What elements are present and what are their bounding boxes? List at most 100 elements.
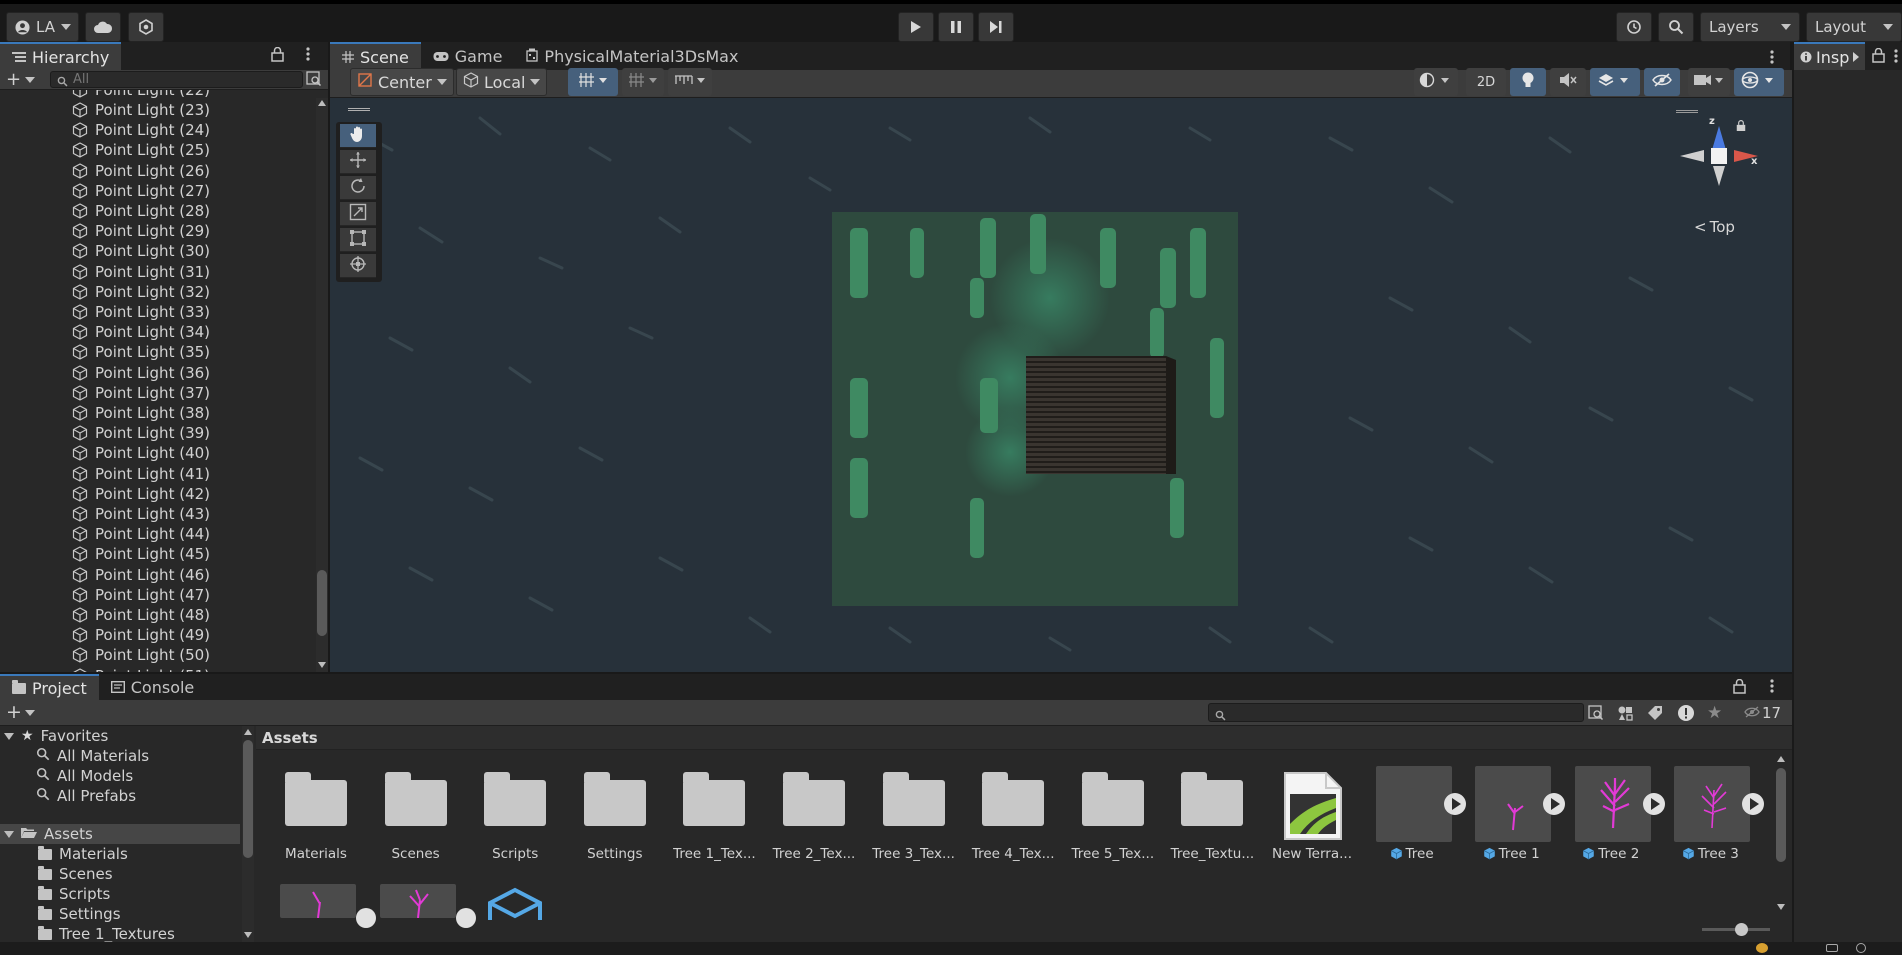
folder-item[interactable]: Tree 1_Textures	[38, 924, 175, 942]
play-badge-icon[interactable]	[356, 908, 376, 928]
step-button[interactable]	[978, 12, 1014, 42]
list-item[interactable]: Point Light (32)	[72, 282, 210, 302]
asset-folder[interactable]: Tree 4_Tex...	[965, 766, 1061, 866]
layers-dropdown[interactable]: Layers	[1700, 12, 1800, 42]
list-item[interactable]: Point Light (45)	[72, 544, 210, 564]
scroll-up-icon[interactable]	[1777, 756, 1785, 762]
scrollbar-thumb[interactable]	[1776, 768, 1786, 862]
search-input[interactable]	[73, 72, 273, 87]
list-item[interactable]: Point Light (38)	[72, 403, 210, 423]
hidden-packages-counter[interactable]: 17	[1744, 704, 1781, 722]
search-button[interactable]	[1658, 12, 1694, 42]
hierarchy-search-field[interactable]	[50, 71, 303, 88]
list-item[interactable]: Point Light (22)	[72, 90, 210, 100]
transform-tool-button[interactable]	[340, 254, 376, 278]
lighting-toggle-button[interactable]	[1510, 68, 1546, 96]
list-item[interactable]: Point Light (44)	[72, 524, 210, 544]
tab-inspector[interactable]: Insp	[1794, 42, 1866, 70]
asset-prefab[interactable]: Tree	[1364, 766, 1466, 866]
asset-folder[interactable]: Tree 1_Tex...	[666, 766, 762, 866]
list-item[interactable]: Point Light (48)	[72, 605, 210, 625]
list-item[interactable]: Point Light (26)	[72, 161, 210, 181]
chevron-down-icon[interactable]	[25, 710, 35, 716]
list-item[interactable]: Point Light (25)	[72, 140, 210, 160]
lock-icon[interactable]	[271, 46, 284, 66]
asset-thumb-partial[interactable]	[280, 884, 356, 918]
folder-item[interactable]: Settings	[38, 904, 121, 924]
favorite-item[interactable]: All Prefabs	[36, 786, 136, 806]
tab-scene[interactable]: Scene	[330, 42, 421, 70]
services-button[interactable]	[128, 12, 164, 42]
list-item[interactable]: Point Light (49)	[72, 625, 210, 645]
asset-prefab[interactable]: Tree 2	[1563, 766, 1665, 866]
camera-settings-dropdown[interactable]	[1688, 68, 1730, 96]
project-search-input[interactable]	[1208, 703, 1584, 722]
scale-tool-button[interactable]	[340, 202, 376, 226]
layout-dropdown[interactable]: Layout	[1806, 12, 1902, 42]
list-item[interactable]: Point Light (43)	[72, 504, 210, 524]
slider-thumb[interactable]	[1735, 923, 1748, 936]
folder-item[interactable]: Materials	[38, 844, 128, 864]
project-tree-scrollbar[interactable]	[242, 726, 254, 942]
filter-by-type-icon[interactable]	[1617, 705, 1633, 725]
list-item[interactable]: Point Light (46)	[72, 565, 210, 585]
account-dropdown[interactable]: LA	[6, 12, 79, 42]
rect-tool-button[interactable]	[340, 228, 376, 252]
scene-viewport[interactable]	[330, 98, 1792, 672]
scene-search-mode-icon[interactable]	[306, 71, 322, 91]
kebab-menu-icon[interactable]	[1770, 50, 1774, 68]
list-item[interactable]: Point Light (39)	[72, 423, 210, 443]
favorite-item[interactable]: All Models	[36, 766, 133, 786]
asset-folder[interactable]: Settings	[567, 766, 663, 866]
folder-item[interactable]: Scenes	[38, 864, 113, 884]
asset-folder[interactable]: Materials	[268, 766, 364, 866]
search-by-type-icon[interactable]	[1588, 705, 1604, 725]
list-item[interactable]: Point Light (35)	[72, 342, 210, 362]
play-button[interactable]	[898, 12, 934, 42]
asset-prefab[interactable]: Tree 1	[1463, 766, 1566, 866]
hierarchy-scrollbar[interactable]	[316, 98, 328, 672]
increment-snap-button[interactable]	[622, 68, 664, 96]
pivot-rotation-dropdown[interactable]: Local	[456, 68, 548, 96]
tab-hierarchy[interactable]: Hierarchy	[0, 42, 122, 70]
list-item[interactable]: Point Light (33)	[72, 302, 210, 322]
add-icon[interactable]: +	[6, 71, 21, 89]
tag-icon[interactable]	[1647, 705, 1663, 725]
list-item[interactable]: Point Light (36)	[72, 363, 210, 383]
list-item[interactable]: Point Light (24)	[72, 120, 210, 140]
chevron-down-icon[interactable]	[25, 77, 35, 83]
debug-icon[interactable]	[1856, 943, 1866, 953]
lock-icon[interactable]	[1733, 678, 1746, 698]
list-item[interactable]: Point Light (28)	[72, 201, 210, 221]
list-item[interactable]: Point Light (37)	[72, 383, 210, 403]
pivot-position-dropdown[interactable]: Center	[350, 68, 454, 96]
scroll-down-icon[interactable]	[318, 662, 326, 668]
breadcrumb-assets[interactable]: Assets	[262, 729, 318, 747]
list-item[interactable]: Point Light (27)	[72, 181, 210, 201]
list-item[interactable]: Point Light (34)	[72, 322, 210, 342]
lock-icon[interactable]	[1872, 47, 1885, 67]
draw-mode-dropdown[interactable]	[1414, 68, 1458, 96]
orientation-gizmo[interactable]: z x < Top	[1676, 106, 1762, 238]
tab-project[interactable]: Project	[0, 674, 99, 700]
ruler-button[interactable]	[668, 68, 712, 96]
grid-snapping-button[interactable]	[568, 68, 618, 96]
gizmos-dropdown[interactable]	[1734, 68, 1784, 96]
audio-toggle-button[interactable]	[1550, 68, 1586, 96]
tab-console[interactable]: Console	[99, 674, 207, 700]
asset-folder[interactable]: Scripts	[467, 766, 563, 866]
scroll-up-icon[interactable]	[318, 100, 326, 106]
scroll-up-icon[interactable]	[244, 729, 252, 735]
cloud-button[interactable]	[85, 12, 121, 42]
move-tool-button[interactable]	[340, 150, 376, 174]
rotate-tool-button[interactable]	[340, 176, 376, 200]
list-item[interactable]: Point Light (30)	[72, 241, 210, 261]
asset-folder[interactable]: Tree_Textu...	[1164, 766, 1260, 866]
list-item[interactable]: Point Light (50)	[72, 645, 210, 665]
asset-grid-scrollbar[interactable]	[1774, 754, 1788, 914]
play-badge-icon[interactable]	[456, 908, 476, 928]
add-icon[interactable]: +	[6, 702, 22, 722]
list-item[interactable]: Point Light (23)	[72, 100, 210, 120]
network-icon[interactable]	[1826, 944, 1838, 952]
view-label[interactable]: < Top	[1694, 218, 1735, 236]
